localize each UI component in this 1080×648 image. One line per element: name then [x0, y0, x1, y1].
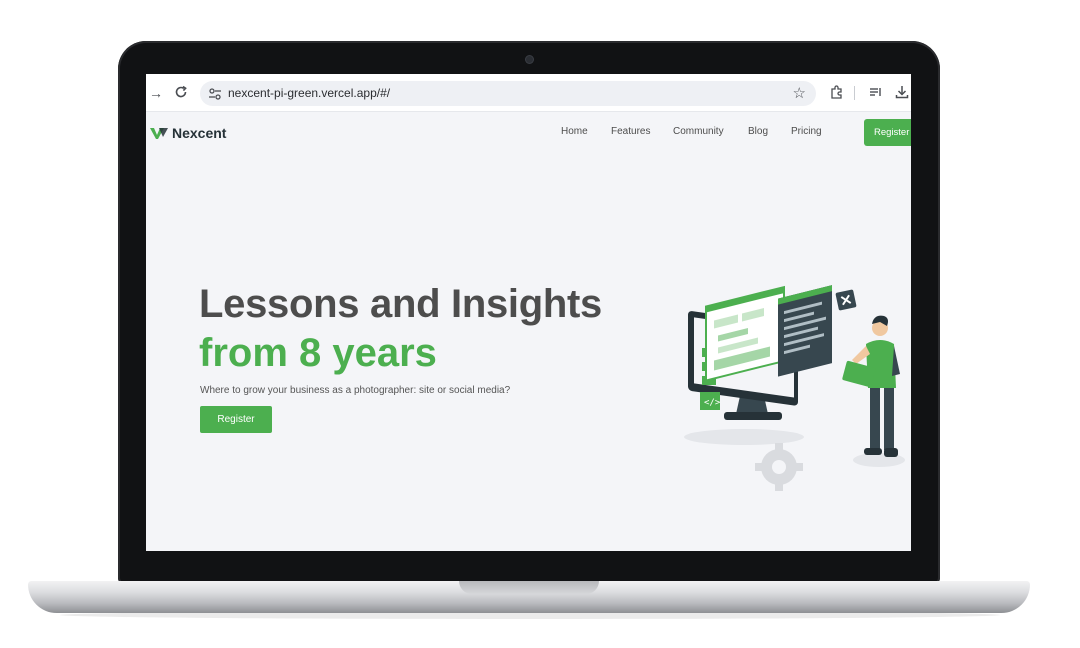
- site-header: Nexcent Home Features Community Blog Pri…: [146, 112, 911, 153]
- nav-link-home[interactable]: Home: [561, 126, 588, 137]
- forward-icon[interactable]: →: [148, 85, 164, 101]
- reload-icon[interactable]: [173, 85, 189, 101]
- laptop-mockup: → nexcent-pi-green.vercel.app/#/ ☆ Nexce…: [0, 0, 1080, 648]
- download-icon[interactable]: [894, 85, 910, 101]
- developer-illustration: </>: [684, 285, 905, 491]
- laptop-notch: [459, 581, 599, 594]
- brand-logo[interactable]: Nexcent: [150, 125, 226, 141]
- svg-text:</>: </>: [704, 398, 721, 408]
- url-text[interactable]: nexcent-pi-green.vercel.app/#/: [228, 86, 390, 100]
- camera-icon: [526, 56, 533, 63]
- nav-link-blog[interactable]: Blog: [748, 126, 768, 137]
- nav-link-pricing[interactable]: Pricing: [791, 126, 822, 137]
- extensions-icon[interactable]: [828, 85, 844, 101]
- hero-register-button[interactable]: Register: [200, 406, 272, 433]
- star-icon[interactable]: ☆: [793, 84, 806, 102]
- hero-subtitle: Where to grow your business as a photogr…: [200, 385, 511, 396]
- developer-figure: [842, 315, 900, 457]
- gear-icon: [755, 443, 803, 491]
- nav-register-button[interactable]: Register: [864, 119, 911, 146]
- nexcent-logo-icon: [150, 128, 168, 139]
- browser-toolbar: → nexcent-pi-green.vercel.app/#/ ☆: [146, 74, 911, 112]
- site-settings-icon[interactable]: [208, 87, 222, 101]
- nav-link-features[interactable]: Features: [611, 126, 650, 137]
- hero-title-accent: from 8 years: [199, 331, 437, 375]
- toolbar-divider: [854, 86, 855, 100]
- nav-link-community[interactable]: Community: [673, 126, 724, 137]
- hero-title: Lessons and Insights: [199, 282, 602, 326]
- reading-list-icon[interactable]: [868, 85, 884, 101]
- address-bar[interactable]: nexcent-pi-green.vercel.app/#/ ☆: [200, 81, 816, 106]
- brand-name: Nexcent: [172, 125, 227, 141]
- close-icon: [835, 289, 857, 311]
- browser-window: → nexcent-pi-green.vercel.app/#/ ☆ Nexce…: [146, 74, 911, 551]
